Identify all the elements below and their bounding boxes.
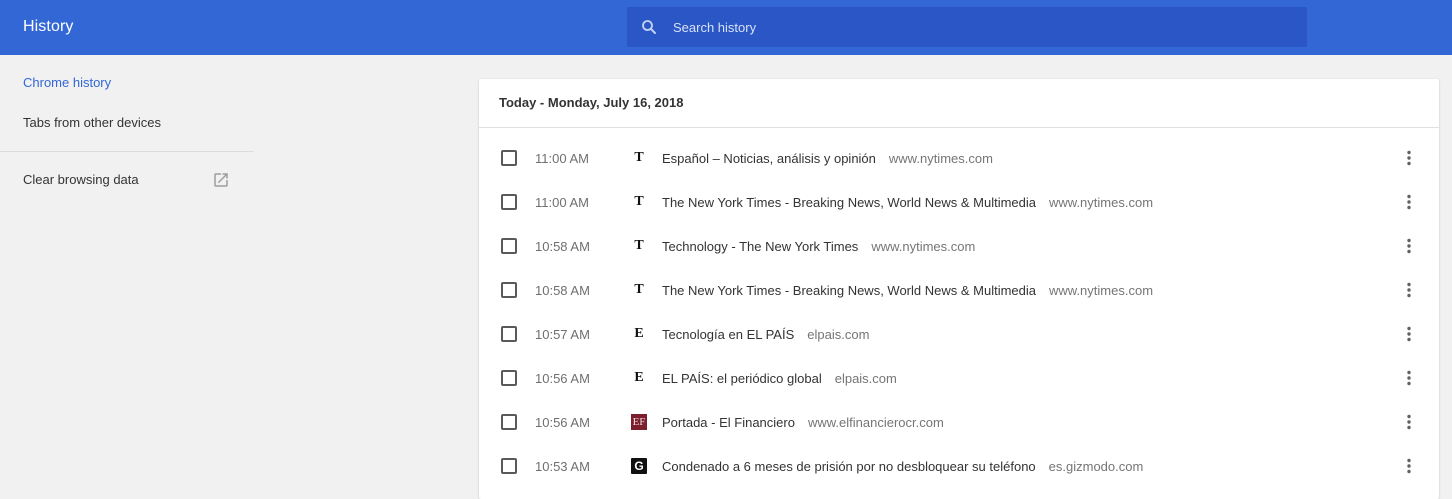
entry-checkbox[interactable]: [501, 282, 517, 298]
sidebar: Chrome history Tabs from other devices C…: [0, 55, 254, 492]
more-actions-icon[interactable]: [1399, 456, 1419, 476]
gizmodo-favicon-icon: G: [631, 458, 647, 474]
sidebar-item-chrome-history[interactable]: Chrome history: [23, 75, 111, 90]
entry-title-link[interactable]: The New York Times - Breaking News, Worl…: [662, 195, 1036, 210]
entry-time: 10:56 AM: [535, 371, 590, 386]
entry-title-link[interactable]: Technology - The New York Times: [662, 239, 858, 254]
entry-title-link[interactable]: Español – Noticias, análisis y opinión: [662, 151, 876, 166]
entry-title-link[interactable]: EL PAÍS: el periódico global: [662, 371, 822, 386]
history-entry: 10:53 AM G Condenado a 6 meses de prisió…: [479, 444, 1439, 488]
entry-checkbox[interactable]: [501, 194, 517, 210]
sidebar-divider: [0, 151, 254, 152]
history-entry: 10:56 AM EF Portada - El Financiero www.e…: [479, 400, 1439, 444]
elpais-favicon-icon: E: [634, 326, 644, 341]
nytimes-favicon-icon: T: [634, 150, 644, 165]
search-box[interactable]: [627, 7, 1307, 47]
entry-domain: www.nytimes.com: [1049, 195, 1154, 210]
nytimes-favicon-icon: T: [634, 282, 644, 297]
card-divider: [479, 127, 1439, 128]
day-header: Today - Monday, July 16, 2018: [499, 95, 684, 110]
entry-checkbox[interactable]: [501, 370, 517, 386]
sidebar-item-tabs-other-devices[interactable]: Tabs from other devices: [23, 115, 161, 130]
history-entry: 10:58 AM T The New York Times - Breaking…: [479, 268, 1439, 312]
more-actions-icon[interactable]: [1399, 236, 1419, 256]
entry-checkbox[interactable]: [501, 414, 517, 430]
search-icon: [642, 20, 656, 34]
history-entry: 10:57 AM E Tecnología en EL PAÍS elpais.c…: [479, 312, 1439, 356]
more-actions-icon[interactable]: [1399, 148, 1419, 168]
entry-domain: www.nytimes.com: [888, 151, 993, 166]
more-actions-icon[interactable]: [1399, 192, 1419, 212]
toolbar: History: [0, 0, 1452, 55]
history-entry: 10:56 AM E EL PAÍS: el periódico global e…: [479, 356, 1439, 400]
entry-checkbox[interactable]: [501, 150, 517, 166]
entry-time: 11:00 AM: [535, 151, 589, 166]
app-title: History: [23, 18, 74, 35]
entry-checkbox[interactable]: [501, 326, 517, 342]
entry-domain: elpais.com: [834, 371, 897, 386]
entry-domain: www.nytimes.com: [871, 239, 976, 254]
entry-time: 10:56 AM: [535, 415, 590, 430]
elfinanciero-favicon-icon: EF: [631, 414, 647, 430]
more-actions-icon[interactable]: [1399, 412, 1419, 432]
external-link-icon[interactable]: [212, 171, 230, 189]
sidebar-item-clear-browsing-data[interactable]: Clear browsing data: [23, 172, 139, 187]
entry-domain: www.nytimes.com: [1049, 283, 1154, 298]
entry-title-link[interactable]: Condenado a 6 meses de prisión por no de…: [662, 459, 1036, 474]
entry-time: 11:00 AM: [535, 195, 589, 210]
entry-domain: elpais.com: [807, 327, 870, 342]
entry-time: 10:57 AM: [535, 327, 590, 342]
entry-time: 10:58 AM: [535, 239, 590, 254]
entry-title-link[interactable]: The New York Times - Breaking News, Worl…: [662, 283, 1036, 298]
history-entry: 11:00 AM T Español – Noticias, análisis …: [479, 136, 1439, 180]
history-card: Today - Monday, July 16, 2018 11:00 AM T…: [479, 79, 1439, 499]
elpais-favicon-icon: E: [634, 370, 644, 385]
more-actions-icon[interactable]: [1399, 280, 1419, 300]
entry-checkbox[interactable]: [501, 238, 517, 254]
more-actions-icon[interactable]: [1399, 324, 1419, 344]
search-input[interactable]: [673, 7, 1293, 47]
entry-title-link[interactable]: Portada - El Financiero: [662, 415, 795, 430]
entry-checkbox[interactable]: [501, 458, 517, 474]
entry-domain: www.elfinancierocr.com: [807, 415, 944, 430]
entry-domain: es.gizmodo.com: [1048, 459, 1144, 474]
more-actions-icon[interactable]: [1399, 368, 1419, 388]
history-entry: 11:00 AM T The New York Times - Breaking…: [479, 180, 1439, 224]
entry-time: 10:53 AM: [535, 459, 590, 474]
entry-title-link[interactable]: Tecnología en EL PAÍS: [662, 327, 794, 342]
nytimes-favicon-icon: T: [634, 238, 644, 253]
history-entry: 10:58 AM T Technology - The New York Tim…: [479, 224, 1439, 268]
entry-time: 10:58 AM: [535, 283, 590, 298]
nytimes-favicon-icon: T: [634, 194, 644, 209]
